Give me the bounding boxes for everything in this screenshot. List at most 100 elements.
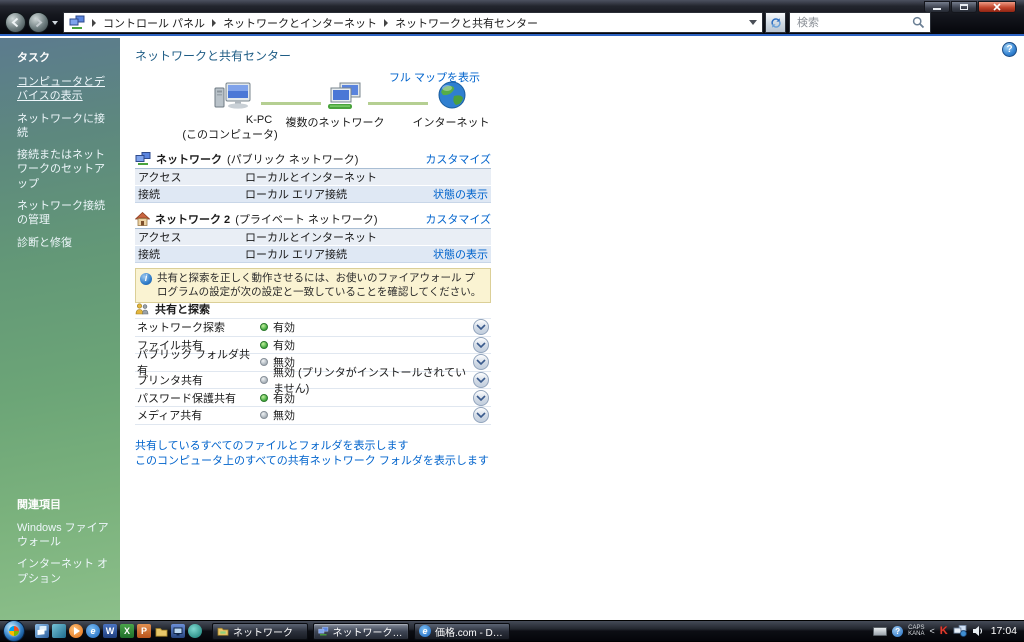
sidebar-item-manage-connections[interactable]: ネットワーク接続の管理: [17, 199, 112, 228]
status-dot-disabled: [260, 376, 268, 385]
house-icon: [135, 212, 150, 226]
taskbar-button-kakaku-ie[interactable]: e 価格.com - DELL ...: [414, 622, 510, 640]
search-input[interactable]: [795, 15, 912, 30]
search-icon[interactable]: [912, 16, 925, 29]
expand-button[interactable]: [473, 372, 489, 389]
network-icon: [135, 152, 151, 165]
expand-button[interactable]: [473, 389, 489, 406]
network2-access-value: ローカルとインターネット: [245, 232, 377, 244]
info-icon: i: [140, 273, 152, 285]
chevron-down-icon: [476, 342, 486, 348]
taskbar-button-network-sharing-center[interactable]: ネットワークと共...: [313, 622, 409, 640]
refresh-icon: [770, 17, 781, 28]
play-icon: [73, 627, 80, 635]
sidebar-item-windows-firewall[interactable]: Windows ファイアウォール: [17, 521, 114, 550]
word-icon[interactable]: W: [103, 624, 117, 638]
expand-button[interactable]: [473, 407, 489, 424]
multiple-networks-map-icon[interactable]: [323, 82, 363, 112]
maximize-icon: [960, 4, 968, 10]
sharing-row-media-sharing: メディア共有 無効: [135, 407, 491, 425]
windows-logo-icon: [9, 626, 19, 636]
network1-access-value: ローカルとインターネット: [245, 172, 377, 184]
start-button[interactable]: [3, 620, 25, 642]
taskbar-clock[interactable]: 17:04: [991, 625, 1017, 637]
status-dot-enabled: [260, 323, 268, 332]
sharing-table: ネットワーク探索 有効 ファイル共有 有効 パブリック フォルダ共有 無効 プリ…: [135, 318, 491, 425]
search-box: [789, 12, 931, 33]
map-computer-sublabel: (このコンピュータ): [182, 129, 278, 141]
network1-customize-link[interactable]: カスタマイズ: [425, 151, 491, 167]
folder-icon[interactable]: [154, 624, 168, 638]
minimize-icon: [933, 8, 941, 10]
tasks-header: タスク: [17, 52, 50, 64]
show-shared-files-link[interactable]: 共有しているすべてのファイルとフォルダを表示します: [135, 437, 408, 453]
status-text: 無効: [273, 410, 295, 423]
expand-button[interactable]: [473, 354, 489, 371]
sidebar-item-connect-network[interactable]: ネットワークに接続: [17, 112, 112, 141]
sharing-discovery-header: 共有と探索: [135, 301, 210, 317]
media-center-icon[interactable]: [188, 624, 202, 638]
recent-pages-dropdown[interactable]: [52, 20, 58, 25]
expand-button[interactable]: [473, 319, 489, 336]
network-tray-icon[interactable]: [953, 625, 967, 637]
language-bar-keyboard-icon[interactable]: [873, 626, 888, 636]
network-places-icon[interactable]: [171, 624, 185, 638]
volume-tray-icon[interactable]: [972, 625, 984, 637]
sidebar-item-view-computers[interactable]: コンピュータとデバイスの表示: [17, 75, 112, 104]
back-button[interactable]: [5, 12, 26, 33]
refresh-button[interactable]: [765, 12, 786, 33]
row-label: メディア共有: [137, 410, 203, 423]
network2-view-status-link[interactable]: 状態の表示: [433, 246, 488, 262]
status-text: 有効: [273, 339, 295, 352]
excel-icon[interactable]: X: [120, 624, 134, 638]
map-connection-line: [261, 102, 321, 105]
show-desktop-icon[interactable]: [52, 624, 66, 638]
kaspersky-tray-icon[interactable]: K: [940, 625, 948, 637]
address-bar[interactable]: コントロール パネル ネットワークとインターネット ネットワークと共有センター: [63, 12, 763, 33]
internet-explorer-icon[interactable]: e: [86, 624, 100, 638]
computer-map-icon[interactable]: [213, 82, 253, 112]
row-label: プリンタ共有: [137, 375, 203, 388]
map-connection-line: [368, 102, 428, 105]
sidebar-item-setup-connection[interactable]: 接続またはネットワークのセットアップ: [17, 148, 112, 191]
breadcrumb-network-internet[interactable]: ネットワークとインターネット: [223, 15, 377, 31]
ime-help-icon[interactable]: ?: [892, 625, 904, 637]
kana-indicator: KANA: [908, 631, 925, 637]
firewall-notice-text: 共有と探索を正しく動作させるには、お使いのファイアウォール プログラムの設定が次…: [157, 272, 482, 298]
taskbar-button-network[interactable]: ネットワーク: [212, 622, 308, 640]
address-dropdown-icon[interactable]: [749, 20, 757, 25]
help-button[interactable]: ?: [1002, 42, 1017, 57]
breadcrumb-control-panel[interactable]: コントロール パネル: [103, 15, 205, 31]
internet-globe-icon[interactable]: [438, 81, 466, 109]
show-shared-network-folders-link[interactable]: このコンピュータ上のすべての共有ネットワーク フォルダを表示します: [135, 452, 489, 468]
page-title: ネットワークと共有センター: [135, 49, 292, 63]
network2-customize-link[interactable]: カスタマイズ: [425, 211, 491, 227]
network1-view-status-link[interactable]: 状態の表示: [433, 186, 488, 202]
taskbar-button-label: 価格.com - DELL ...: [435, 627, 505, 639]
network1-connection-label: 接続: [138, 189, 160, 201]
tray-overflow-chevron[interactable]: <: [930, 626, 935, 636]
network-map: K-PC (このコンピュータ) 複数のネットワーク インターネット: [135, 78, 490, 153]
taskbar-button-label: ネットワークと共...: [332, 627, 404, 639]
breadcrumb-separator: [92, 18, 96, 27]
taskbar-buttons: ネットワーク ネットワークと共... e 価格.com - DELL ...: [212, 622, 510, 640]
expand-button[interactable]: [473, 336, 489, 353]
sidebar-item-internet-options[interactable]: インターネット オプション: [17, 557, 114, 586]
network2-type: (プライベート ネットワーク): [235, 214, 378, 226]
row-label: ネットワーク探索: [137, 322, 225, 335]
forward-button[interactable]: [28, 12, 49, 33]
switch-windows-icon[interactable]: [35, 624, 49, 638]
ime-caps-kana-indicator[interactable]: CAPS KANA: [908, 625, 924, 637]
status-dot-enabled: [260, 393, 268, 402]
media-player-icon[interactable]: [69, 624, 83, 638]
sidebar-item-diagnose-repair[interactable]: 診断と修復: [17, 236, 112, 250]
related-items: 関連項目 Windows ファイアウォール インターネット オプション: [17, 496, 114, 594]
powerpoint-icon[interactable]: P: [137, 624, 151, 638]
status-dot-enabled: [260, 340, 268, 349]
tasks-sidebar: タスク コンピュータとデバイスの表示 ネットワークに接続 接続またはネットワーク…: [0, 38, 120, 620]
chevron-down-icon: [476, 377, 486, 384]
firewall-notice: i 共有と探索を正しく動作させるには、お使いのファイアウォール プログラムの設定…: [135, 268, 491, 304]
breadcrumb-network-sharing-center[interactable]: ネットワークと共有センター: [395, 15, 538, 31]
network1-name: ネットワーク: [156, 154, 222, 166]
chevron-down-icon: [476, 359, 486, 366]
